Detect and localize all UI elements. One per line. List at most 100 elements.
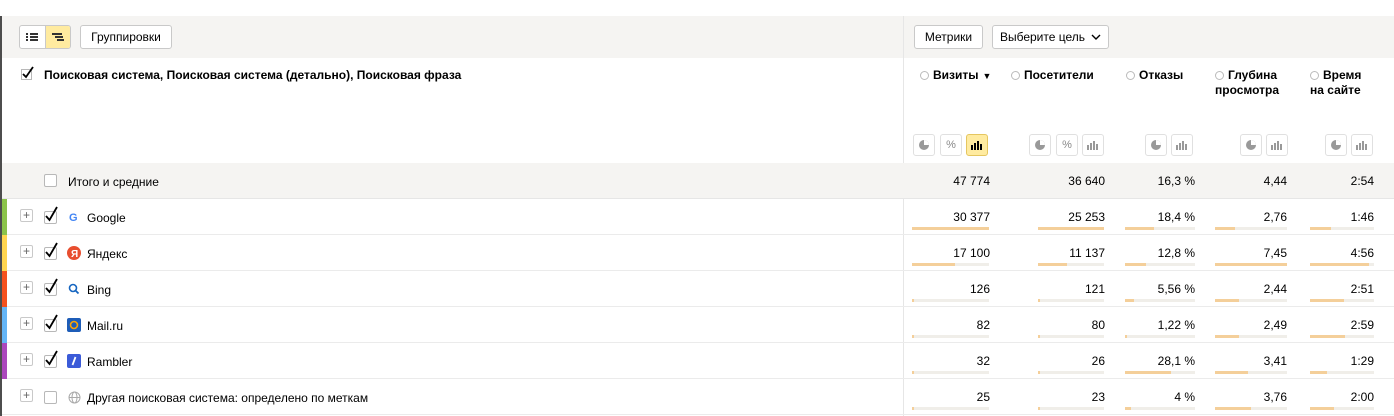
- bar-fill-depth: [1215, 371, 1248, 374]
- series-color-bar: [2, 235, 7, 271]
- metric-header-time[interactable]: Время на сайте: [1310, 68, 1361, 98]
- pie-view-button[interactable]: [913, 134, 935, 156]
- bar-fill-time: [1310, 407, 1334, 410]
- info-icon: [1310, 71, 1319, 80]
- expand-icon[interactable]: +: [20, 245, 33, 258]
- series-color-bar: [2, 343, 7, 379]
- cell-bounces: 4 %: [1174, 390, 1195, 404]
- cell-depth: 2,76: [1263, 210, 1287, 224]
- row-label[interactable]: Mail.ru: [87, 319, 123, 333]
- cell-visitors: 11 137: [1069, 246, 1105, 260]
- row-checkbox[interactable]: [44, 206, 58, 224]
- groupings-button[interactable]: Группировки: [80, 25, 172, 49]
- expand-icon[interactable]: +: [20, 353, 33, 366]
- expand-icon[interactable]: +: [20, 317, 33, 330]
- expand-icon[interactable]: +: [20, 281, 33, 294]
- bar-fill-depth: [1215, 263, 1287, 266]
- pie-view-button[interactable]: [1029, 134, 1051, 156]
- header-checkbox[interactable]: [21, 66, 35, 83]
- bar-view-button[interactable]: [1171, 134, 1193, 156]
- pie-view-button[interactable]: [1240, 134, 1262, 156]
- list-view-button[interactable]: [20, 26, 45, 48]
- bar-view-button[interactable]: [1351, 134, 1373, 156]
- expand-icon[interactable]: +: [20, 389, 33, 402]
- totals-checkbox[interactable]: [44, 174, 57, 187]
- bar-track-visits: [912, 227, 989, 230]
- bar-track-bounces: [1125, 299, 1195, 302]
- bar-track-bounces: [1125, 407, 1195, 410]
- row-checkbox[interactable]: [44, 314, 58, 332]
- bar-fill-time: [1310, 299, 1344, 302]
- row-label[interactable]: Другая поисковая система: определено по …: [87, 391, 368, 405]
- goal-select[interactable]: Выберите цель: [992, 25, 1109, 49]
- table-row: + Другая поисковая система: определено по…: [2, 379, 1394, 415]
- cell-time: 1:29: [1350, 354, 1374, 368]
- expand-icon[interactable]: +: [20, 209, 33, 222]
- pie-chart-icon: [1035, 140, 1045, 150]
- row-checkbox[interactable]: [44, 391, 57, 404]
- info-icon: [920, 71, 929, 80]
- bar-fill-visits: [912, 335, 914, 338]
- pie-view-button[interactable]: [1145, 134, 1167, 156]
- row-checkbox[interactable]: [44, 242, 58, 260]
- metric-header-label: Посетители: [1024, 68, 1094, 82]
- bar-fill-visitors: [1038, 299, 1040, 302]
- percent-view-button[interactable]: %: [1056, 134, 1078, 156]
- metric-header-label: Время: [1323, 68, 1362, 82]
- list-icon: [26, 33, 39, 41]
- row-checkbox[interactable]: [44, 278, 58, 296]
- metric-header-depth[interactable]: Глубина просмотра: [1215, 68, 1279, 98]
- google-icon: G: [67, 210, 81, 224]
- bar-fill-visitors: [1038, 227, 1104, 230]
- totals-row: Итого и средние 47 774 36 640 16,3 % 4,4…: [2, 163, 1394, 199]
- row-checkbox[interactable]: [44, 350, 58, 368]
- cell-visitors: 80: [1091, 318, 1105, 332]
- bar-track-time: [1310, 263, 1374, 266]
- yandex-icon: Я: [67, 246, 81, 260]
- cell-depth: 2,49: [1263, 318, 1287, 332]
- metric-header-visitors[interactable]: Посетители: [1011, 68, 1094, 83]
- bar-view-button[interactable]: [966, 134, 988, 156]
- tree-view-button[interactable]: [44, 26, 70, 48]
- row-label[interactable]: Google: [87, 211, 126, 225]
- bar-chart-icon: [971, 141, 982, 150]
- svg-text:G: G: [69, 212, 78, 223]
- cell-depth: 3,41: [1263, 354, 1287, 368]
- row-label[interactable]: Rambler: [87, 355, 132, 369]
- bar-track-time: [1310, 227, 1374, 230]
- pie-view-button[interactable]: [1325, 134, 1347, 156]
- percent-view-button[interactable]: %: [940, 134, 962, 156]
- series-color-bar: [2, 199, 7, 235]
- bar-track-visitors: [1038, 407, 1104, 410]
- cell-visitors: 121: [1084, 282, 1105, 296]
- cell-visits: 32: [976, 354, 990, 368]
- bar-fill-time: [1310, 335, 1345, 338]
- bar-fill-visitors: [1038, 371, 1040, 374]
- cell-visits: 82: [976, 318, 990, 332]
- bar-fill-bounces: [1125, 335, 1127, 338]
- bar-view-button[interactable]: [1266, 134, 1288, 156]
- bar-track-visitors: [1038, 371, 1104, 374]
- row-label[interactable]: Bing: [87, 283, 111, 297]
- metrics-button[interactable]: Метрики: [914, 25, 983, 49]
- bar-track-bounces: [1125, 227, 1195, 230]
- info-icon: [1126, 71, 1135, 80]
- row-label[interactable]: Яндекс: [87, 247, 127, 261]
- mailru-icon: [67, 318, 81, 332]
- bar-view-button[interactable]: [1082, 134, 1104, 156]
- table-row: + Bing 126 121 5,56 % 2,44 2:51: [2, 271, 1394, 307]
- bar-fill-visits: [912, 299, 914, 302]
- cell-visitors: 25 253: [1068, 210, 1105, 224]
- metric-header-visits[interactable]: Визиты ▼: [920, 68, 991, 84]
- metric-header-label-line2: просмотра: [1215, 83, 1280, 97]
- metric-header-label: Глубина: [1228, 68, 1278, 82]
- bar-track-bounces: [1125, 371, 1195, 374]
- cell-time: 2:51: [1350, 282, 1374, 296]
- info-icon: [1011, 71, 1020, 80]
- bar-track-depth: [1215, 227, 1287, 230]
- metric-header-bounces[interactable]: Отказы: [1126, 68, 1183, 83]
- table-row: + Mail.ru 82 80 1,22 % 2,49 2:59: [2, 307, 1394, 343]
- cell-visits: 25: [976, 390, 990, 404]
- bar-fill-visitors: [1038, 263, 1067, 266]
- cell-depth: 2,44: [1263, 282, 1287, 296]
